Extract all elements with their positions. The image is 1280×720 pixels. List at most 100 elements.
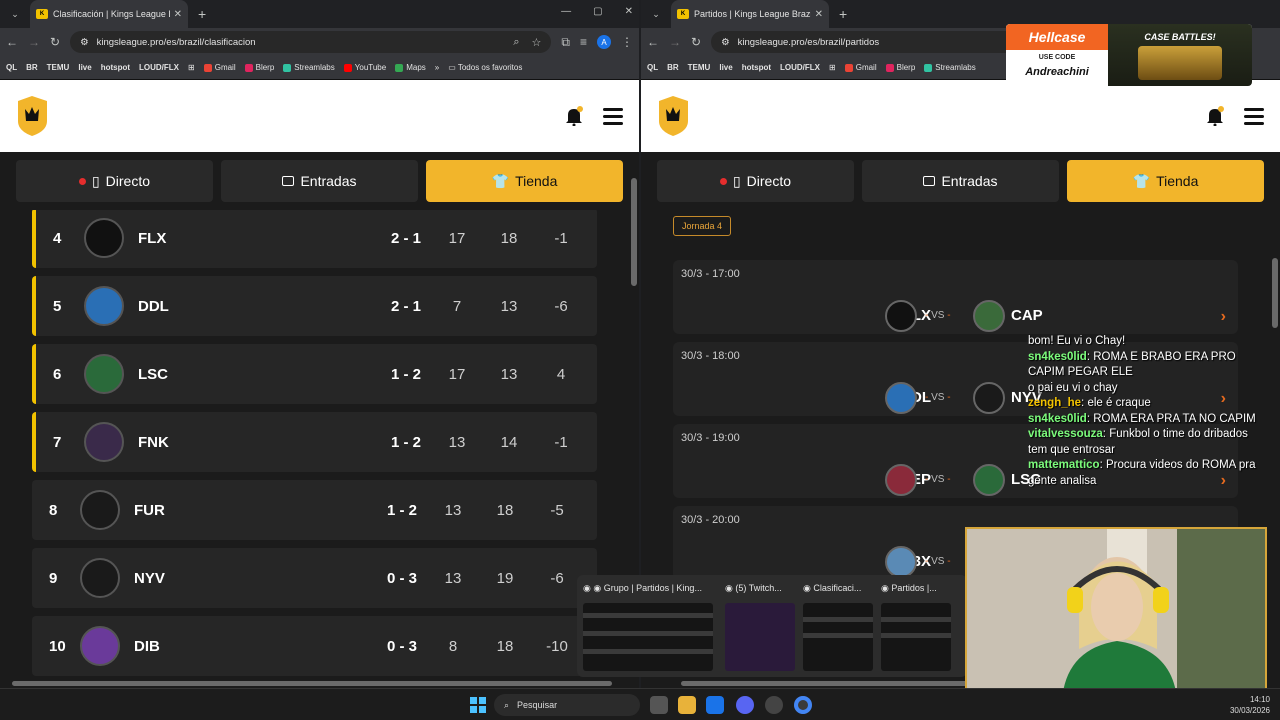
match-card[interactable]: 30/3 - 17:00FLX- VS -CAP› xyxy=(673,260,1238,334)
tab-search-button[interactable]: ⌄ xyxy=(4,4,26,24)
bookmark-br[interactable]: BR xyxy=(26,63,38,72)
bookmark-loud-flx[interactable]: LOUD/FLX xyxy=(780,63,820,72)
chrome-menu-icon[interactable]: ⋮ xyxy=(621,35,633,49)
bookmark-streamlabs[interactable]: Streamlabs xyxy=(924,63,976,72)
entradas-button[interactable]: Entradas xyxy=(221,160,418,202)
bookmark-live[interactable]: live xyxy=(719,63,732,72)
preview-label-grupo[interactable]: ◉ ◉ Grupo | Partidos | King... xyxy=(583,583,719,594)
apps-grid-icon[interactable]: ⊞ xyxy=(829,63,836,72)
tab-search-button[interactable]: ⌄ xyxy=(645,4,667,24)
site-info-icon[interactable]: ⚙ xyxy=(80,37,89,48)
system-clock[interactable]: 14:10 30/03/2026 xyxy=(1230,694,1270,716)
chevron-right-icon[interactable]: › xyxy=(1221,308,1226,326)
new-tab-button[interactable]: + xyxy=(839,6,847,22)
bookmark-hotspot[interactable]: hotspot xyxy=(101,63,130,72)
reload-icon[interactable]: ↻ xyxy=(691,35,701,49)
maximize-icon[interactable]: ▢ xyxy=(593,6,602,17)
back-icon[interactable]: ← xyxy=(6,35,18,49)
preview-label-clasificacion[interactable]: ◉ Clasificaci... xyxy=(803,583,873,594)
standings-row[interactable]: 4 FLX 2 - 1 17 18 -1 xyxy=(32,210,597,268)
tienda-button[interactable]: 👕 Tienda xyxy=(426,160,623,202)
media-icon[interactable]: ≡ xyxy=(580,35,587,49)
bookmark-live[interactable]: live xyxy=(78,63,91,72)
bell-icon[interactable] xyxy=(565,106,583,126)
chat-username[interactable]: sn4kes0lid xyxy=(1028,351,1087,363)
preview-label-partidos[interactable]: ◉ Partidos |... xyxy=(881,583,951,594)
file-explorer-icon[interactable] xyxy=(678,696,696,714)
bookmark-ql[interactable]: QL xyxy=(6,63,17,72)
chat-username[interactable]: mattemattico xyxy=(1028,459,1100,471)
bookmark-ql[interactable]: QL xyxy=(647,63,658,72)
preview-image-twitch[interactable] xyxy=(725,603,795,671)
bookmark-gmail[interactable]: Gmail xyxy=(203,63,236,72)
hamburger-menu-icon[interactable] xyxy=(603,108,623,125)
close-tab-icon[interactable]: ✕ xyxy=(174,9,182,20)
apps-grid-icon[interactable]: ⊞ xyxy=(188,63,195,72)
team-name: DIB xyxy=(134,637,160,655)
bookmark-hotspot[interactable]: hotspot xyxy=(742,63,771,72)
standings-row[interactable]: 8 FUR 1 - 2 13 18 -5 xyxy=(32,480,597,540)
more-bookmarks-button[interactable]: » xyxy=(435,63,439,72)
chat-username[interactable]: sn4kes0lid xyxy=(1028,413,1087,425)
mail-icon[interactable] xyxy=(706,696,724,714)
round-badge[interactable]: Jornada 4 xyxy=(673,216,732,236)
profile-avatar[interactable]: A xyxy=(597,35,611,49)
url-field[interactable]: ⚙ kingsleague.pro/es/brazil/clasificacio… xyxy=(70,31,552,53)
tienda-button[interactable]: 👕 Tienda xyxy=(1067,160,1264,202)
bookmark-maps[interactable]: Maps xyxy=(395,63,426,72)
vertical-scrollbar[interactable] xyxy=(1272,258,1278,328)
bookmark-blerp[interactable]: Blerp xyxy=(885,63,915,72)
bookmark-star-icon[interactable]: ☆ xyxy=(532,36,542,49)
standings-row[interactable]: 7 FNK 1 - 2 13 14 -1 xyxy=(32,412,597,472)
chrome-taskbar-icon[interactable] xyxy=(794,696,812,714)
preview-image-partidos[interactable] xyxy=(881,603,951,671)
close-tab-icon[interactable]: ✕ xyxy=(815,9,823,20)
directo-button[interactable]: ▯ Directo xyxy=(16,160,213,202)
zoom-icon[interactable]: ⌕ xyxy=(513,36,519,49)
horizontal-scrollbar[interactable] xyxy=(0,678,639,688)
new-tab-button[interactable]: + xyxy=(198,6,206,22)
scroll-thumb[interactable] xyxy=(681,681,991,686)
task-view-icon[interactable] xyxy=(650,696,668,714)
standings-row[interactable]: 10 DIB 0 - 3 8 18 -10 xyxy=(32,616,597,676)
discord-icon[interactable] xyxy=(736,696,754,714)
vertical-scrollbar[interactable] xyxy=(631,178,637,286)
preview-label-twitch[interactable]: ◉ (5) Twitch... xyxy=(725,583,795,594)
bookmark-youtube[interactable]: YouTube xyxy=(343,63,386,72)
bookmark-streamlabs[interactable]: Streamlabs xyxy=(283,63,335,72)
forward-icon[interactable]: → xyxy=(28,35,40,49)
bookmark-loud-flx[interactable]: LOUD/FLX xyxy=(139,63,179,72)
chat-username[interactable]: zengh_he xyxy=(1028,397,1081,409)
bookmark-temu[interactable]: TEMU xyxy=(47,63,70,72)
reload-icon[interactable]: ↻ xyxy=(50,35,60,49)
bookmark-gmail[interactable]: Gmail xyxy=(844,63,877,72)
chat-username[interactable]: vitalvessouza xyxy=(1028,428,1103,440)
bookmark-br[interactable]: BR xyxy=(667,63,679,72)
standings-row[interactable]: 9 NYV 0 - 3 13 19 -6 xyxy=(32,548,597,608)
tab-clasificacion[interactable]: K Clasificación | Kings League Bra... ✕ xyxy=(30,0,188,28)
kings-league-logo[interactable] xyxy=(16,95,49,137)
all-favorites-folder[interactable]: ▭ Todos os favoritos xyxy=(448,63,522,72)
standings-row[interactable]: 6 LSC 1 - 2 17 13 4 xyxy=(32,344,597,404)
standings-row[interactable]: 5 DDL 2 - 1 7 13 -6 xyxy=(32,276,597,336)
forward-icon[interactable]: → xyxy=(669,35,681,49)
directo-button[interactable]: ▯ Directo xyxy=(657,160,854,202)
back-icon[interactable]: ← xyxy=(647,35,659,49)
site-info-icon[interactable]: ⚙ xyxy=(721,37,730,48)
entradas-button[interactable]: Entradas xyxy=(862,160,1059,202)
windows-start-icon[interactable] xyxy=(470,697,486,713)
bookmark-blerp[interactable]: Blerp xyxy=(244,63,274,72)
obs-icon[interactable] xyxy=(765,696,783,714)
preview-image-clasificacion[interactable] xyxy=(803,603,873,671)
bookmark-temu[interactable]: TEMU xyxy=(688,63,711,72)
kings-league-logo[interactable] xyxy=(657,95,690,137)
scroll-thumb[interactable] xyxy=(12,681,612,686)
taskbar-search[interactable]: ⌕ Pesquisar xyxy=(494,694,640,716)
preview-image-grupo[interactable] xyxy=(583,603,713,671)
extensions-icon[interactable]: ⧉ xyxy=(561,35,570,50)
minimize-icon[interactable]: — xyxy=(561,6,571,17)
hamburger-menu-icon[interactable] xyxy=(1244,108,1264,125)
bell-icon[interactable] xyxy=(1206,106,1224,126)
close-window-icon[interactable]: ✕ xyxy=(625,6,633,17)
tab-partidos[interactable]: K Partidos | Kings League Brazil ✕ xyxy=(671,0,829,28)
